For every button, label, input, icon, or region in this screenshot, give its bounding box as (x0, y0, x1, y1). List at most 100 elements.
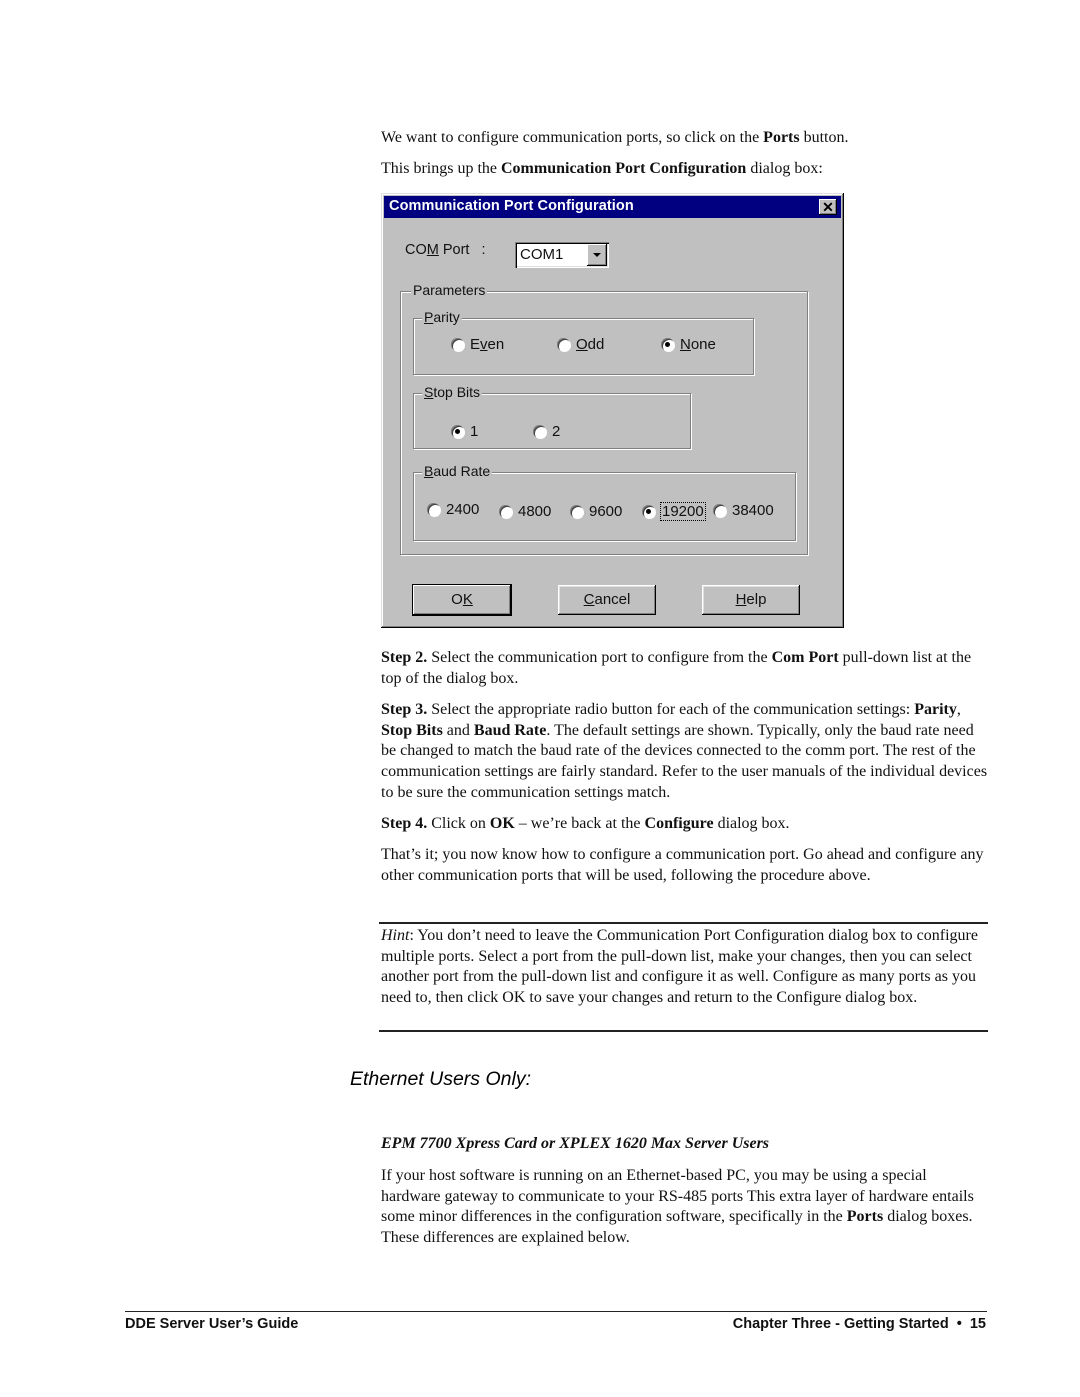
hint-paragraph: Hint: You don’t need to leave the Commun… (381, 926, 989, 1009)
radio-label: 19200 (660, 502, 706, 521)
text: This brings up the (381, 160, 501, 177)
radio-selected-icon (661, 338, 674, 351)
section-heading: Ethernet Users Only: (350, 1068, 531, 1090)
hint-bottom-rule (379, 1030, 988, 1032)
radio-icon (713, 504, 726, 517)
footer-rule (125, 1311, 987, 1312)
text: Click on (427, 815, 490, 832)
stop-bits-1-radio[interactable]: 1 (451, 423, 478, 440)
hint-top-rule (379, 922, 988, 924)
mnemonic: P (424, 309, 434, 325)
mnemonic: M (426, 242, 439, 258)
radio-icon (557, 338, 570, 351)
bold-text: Parity (914, 701, 957, 718)
step-3: Step 3. Select the appropriate radio but… (381, 700, 989, 804)
baud-9600-radio[interactable]: 9600 (570, 503, 622, 520)
baud-2400-radio[interactable]: 2400 (427, 501, 479, 518)
footer-chapter-page: Chapter Three - Getting Started • 15 (732, 1316, 986, 1332)
baud-rate-label: Baud Rate (422, 463, 493, 479)
text: ancel (594, 591, 631, 608)
parameters-label: Parameters (411, 282, 488, 298)
baud-4800-radio[interactable]: 4800 (499, 503, 551, 520)
baud-38400-radio[interactable]: 38400 (713, 502, 774, 519)
step-label: Step 3. (381, 701, 428, 718)
parity-even-radio[interactable]: Even (451, 336, 504, 353)
mnemonic: C (583, 591, 595, 608)
radio-label: 38400 (732, 502, 774, 519)
stop-bits-group: Stop Bits (413, 384, 691, 449)
text: and (442, 721, 474, 739)
close-button[interactable]: ✕ (819, 199, 837, 215)
radio-icon (451, 338, 464, 351)
bold-text: Baud Rate (473, 721, 547, 739)
com-port-value: COM1 (520, 246, 564, 263)
step-2: Step 2. Select the communication port to… (381, 648, 989, 689)
radio-label: 4800 (518, 503, 552, 520)
radio-label: Odd (576, 336, 605, 353)
bold-text: Ports (763, 129, 800, 146)
chevron-down-icon[interactable] (587, 244, 607, 266)
radio-label: 1 (470, 423, 479, 440)
bold-text: Configure (644, 815, 714, 832)
mnemonic: B (424, 463, 434, 479)
text: aud Rate (433, 463, 491, 479)
text: Port : (438, 242, 486, 258)
closing-paragraph: That’s it; you now know how to configure… (381, 846, 984, 884)
parity-none-radio[interactable]: None (661, 336, 716, 353)
radio-icon (499, 505, 512, 518)
step-label: Step 2. (381, 649, 428, 666)
step-label: Step 4. (381, 815, 428, 832)
parity-label: Parity (422, 309, 462, 325)
step-4: Step 4. Click on OK – we’re back at the … (381, 814, 989, 835)
text: button. (799, 129, 849, 146)
text: dialog box. (713, 815, 790, 832)
close-icon: ✕ (822, 199, 834, 215)
bold-text: OK (489, 815, 515, 832)
radio-label: Even (470, 336, 505, 353)
ok-button[interactable]: OK (413, 585, 511, 615)
help-button[interactable]: Help (702, 585, 800, 615)
footer-guide-title: DDE Server User’s Guide (125, 1316, 299, 1332)
section-body: If your host software is running on an E… (381, 1166, 989, 1249)
bold-text: Stop Bits (381, 721, 443, 739)
cancel-button[interactable]: Cancel (558, 585, 656, 615)
com-port-label: COM Port : (405, 242, 486, 258)
radio-label: 9600 (589, 503, 623, 520)
baud-19200-radio[interactable]: 19200 (642, 502, 706, 521)
text: O (451, 591, 463, 608)
text: CO (405, 242, 427, 258)
section-subheading: EPM 7700 Xpress Card or XPLEX 1620 Max S… (381, 1135, 770, 1152)
parity-odd-radio[interactable]: Odd (557, 336, 604, 353)
radio-icon (570, 505, 583, 518)
radio-label: 2 (552, 423, 561, 440)
com-port-dropdown[interactable]: COM1 (515, 242, 609, 268)
radio-selected-icon (642, 505, 655, 518)
text: We want to configure communication ports… (381, 129, 764, 146)
text: dialog box: (746, 160, 823, 177)
text: – we’re back at the (514, 815, 645, 832)
radio-selected-icon (451, 425, 464, 438)
bold-text: Ports (846, 1208, 884, 1226)
text: , (956, 701, 961, 718)
radio-icon (427, 503, 440, 516)
intro-line-2: This brings up the Communication Port Co… (381, 159, 989, 180)
text: top Bits (433, 384, 481, 400)
text: arity (433, 309, 460, 325)
dialog-title-bar[interactable]: Communication Port Configuration ✕ (384, 196, 841, 218)
intro-line-1: We want to configure communication ports… (381, 128, 989, 149)
mnemonic: H (735, 591, 747, 608)
radio-icon (533, 425, 546, 438)
dialog-title: Communication Port Configuration (389, 198, 634, 214)
mnemonic: S (424, 384, 434, 400)
bold-text: Communication Port Configuration (501, 160, 747, 177)
bold-text: Com Port (771, 649, 839, 666)
text: elp (746, 591, 767, 608)
radio-label: None (680, 336, 716, 353)
hint-label: Hint (381, 927, 410, 944)
radio-label: 2400 (446, 501, 480, 518)
text: : You don’t need to leave the Communicat… (381, 927, 978, 1007)
stop-bits-2-radio[interactable]: 2 (533, 423, 560, 440)
text: Select the communication port to configu… (427, 649, 772, 666)
mnemonic: K (462, 591, 473, 608)
text: Select the appropriate radio button for … (427, 701, 915, 718)
